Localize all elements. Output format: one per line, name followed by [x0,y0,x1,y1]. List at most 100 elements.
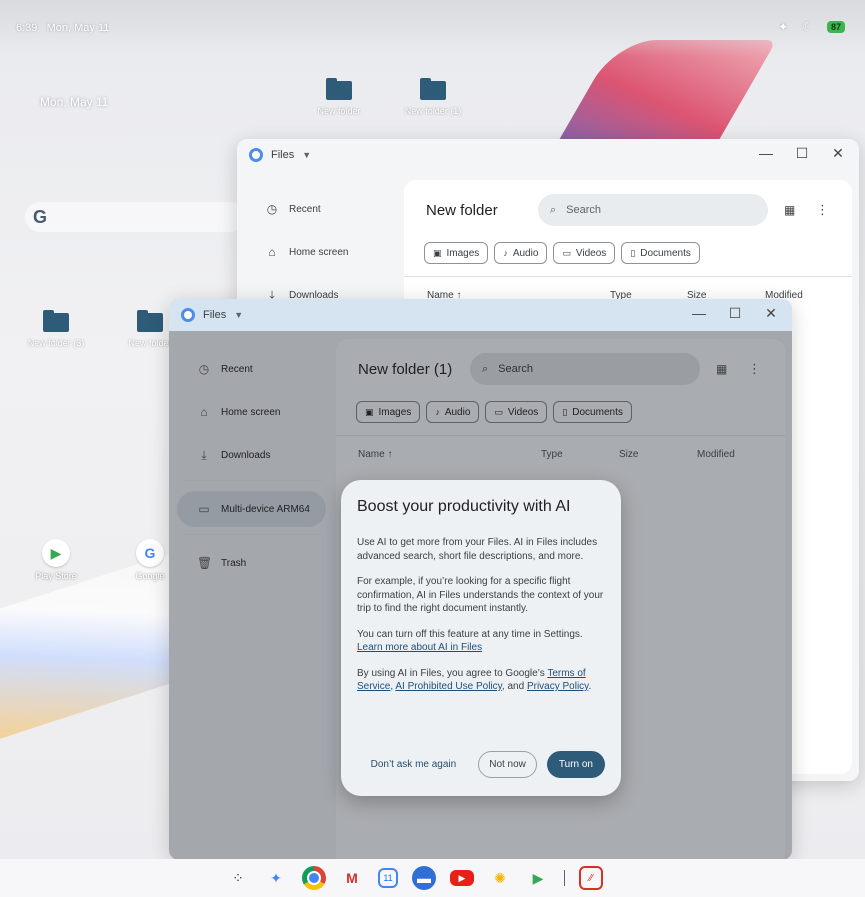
more-options-icon[interactable]: ⋮ [748,361,761,377]
terms-separator: , and [501,681,527,692]
folder-icon [420,78,446,100]
sidebar-item-downloads[interactable]: ⤓ Downloads [177,437,326,473]
window-titlebar[interactable]: Files ▼ — ☐ ✕ [237,139,859,171]
files-app-icon [181,308,195,322]
chip-audio[interactable]: ♪ Audio [426,401,480,423]
app-label: Play Store [35,571,77,581]
chip-documents[interactable]: ▯ Documents [553,401,632,423]
minimize-button[interactable]: — [692,305,706,322]
sidebar-item-recent[interactable]: ◷ Recent [245,191,394,227]
home-icon: ⌂ [200,405,208,419]
desktop-folder-label: New folder [317,106,361,116]
chip-audio[interactable]: ♪ Audio [494,242,548,264]
search-input[interactable]: ⌕ Search [470,353,700,385]
dialog-paragraph: Use AI to get more from your Files. AI i… [357,537,598,562]
search-input[interactable]: ⌕ Search [538,194,768,226]
sidebar-item-label: Multi-device ARM64 [221,503,310,515]
sidebar-item-trash[interactable]: 🗑 Trash [177,545,326,581]
sidebar-item-label: Downloads [221,449,271,461]
app-menu[interactable]: Files ▼ [181,308,243,322]
chip-images[interactable]: ▣ Images [424,242,489,264]
filter-chips: ▣ Images ♪ Audio ▭ Videos ▯ Documents [424,242,700,264]
not-now-button[interactable]: Not now [478,751,537,778]
learn-more-link[interactable]: Learn more about AI in Files [357,642,482,653]
window-controls: — ☐ ✕ [692,305,778,322]
gmail-icon[interactable]: M [340,866,364,890]
status-time-date: 6:39 Mon, May 11 [16,22,109,34]
sidebar-item-recent[interactable]: ◷ Recent [177,351,326,387]
privacy-policy-link[interactable]: Privacy Policy [527,681,589,692]
sidebar-item-label: Recent [289,203,321,215]
sidebar-item-home-screen[interactable]: ⌂ Home screen [245,234,394,270]
folder-title: New folder (1) [358,361,453,378]
status-icons[interactable]: ✦ ☾ 87 [778,20,845,34]
grid-view-icon[interactable]: ▦ [716,362,727,376]
folder-icon [137,310,163,332]
arrow-up-icon: ↑ [387,449,393,460]
dialog-title: Boost your productivity with AI [357,498,571,515]
sidebar-item-label: Trash [221,557,247,569]
grid-view-icon[interactable]: ▦ [784,203,795,217]
image-icon: ▣ [365,406,374,417]
sidebar-item-home-screen[interactable]: ⌂ Home screen [177,394,326,430]
taskbar-apps: ⁘ ✦ M 11 ▬ ▶ ✺ ▶ ⁄⁄ [226,866,603,890]
dialog-actions: Don’t ask me again Not now Turn on [359,751,605,778]
calendar-icon[interactable]: 11 [378,868,398,888]
status-bar: 6:39 Mon, May 11 ✦ ☾ 87 [0,0,865,56]
desktop-folder[interactable]: New folder (1) [393,78,473,116]
play-store-icon[interactable]: ▶ [526,866,550,890]
desktop-app-play-store[interactable]: ▶ Play Store [21,539,91,581]
wallpaper-streak-red [553,40,777,150]
trash-icon: 🗑 [197,556,213,570]
taskbar: ⁘ ✦ M 11 ▬ ▶ ✺ ▶ ⁄⁄ [0,859,865,897]
sidebar-item-label: Home screen [221,406,281,418]
prohibited-use-policy-link[interactable]: AI Prohibited Use Policy [395,681,502,692]
desktop-folder-label: New folder (1) [404,106,462,116]
dialog-paragraph: For example, if you’re looking for a spe… [357,576,604,614]
close-button[interactable]: ✕ [831,145,845,162]
gemini-icon[interactable]: ✦ [264,866,288,890]
app-name: Files [203,309,227,321]
desktop-folder[interactable]: New folder (3) [16,310,96,348]
dialog-settings-note: You can turn off this feature at any tim… [357,628,583,640]
video-icon: ▭ [494,406,503,417]
search-placeholder: Search [566,204,602,216]
window-titlebar[interactable]: Files ▼ — ☐ ✕ [169,299,792,331]
chip-label: Audio [444,406,471,418]
sidebar-divider [181,534,322,535]
chip-videos[interactable]: ▭ Videos [553,242,616,264]
column-size[interactable]: Size [619,449,638,460]
maximize-button[interactable]: ☐ [795,145,809,162]
column-name[interactable]: Name ↑ [358,449,392,460]
close-button[interactable]: ✕ [764,305,778,322]
youtube-icon[interactable]: ▶ [450,870,474,886]
desktop-date-widget: Mon, May 11 [40,95,109,109]
chip-images[interactable]: ▣ Images [356,401,421,423]
status-time: 6:39 [16,22,38,34]
search-icon: ⌕ [482,362,489,375]
chip-label: Images [378,406,412,418]
column-type[interactable]: Type [541,449,563,460]
laptop-icon: ▭ [198,502,210,516]
dont-ask-again-button[interactable]: Don’t ask me again [359,753,469,776]
minimize-button[interactable]: — [759,145,773,162]
photos-icon[interactable]: ✺ [488,866,512,890]
column-modified[interactable]: Modified [697,449,735,460]
document-icon: ▯ [630,247,636,258]
chrome-icon[interactable] [302,866,326,890]
chip-documents[interactable]: ▯ Documents [621,242,700,264]
files-icon[interactable]: ▬ [412,866,436,890]
more-options-icon[interactable]: ⋮ [816,202,829,218]
maximize-button[interactable]: ☐ [728,305,742,322]
app-menu[interactable]: Files ▼ [249,148,311,162]
document-icon: ▯ [562,406,568,417]
google-search-bar[interactable]: G [25,202,245,232]
scrcpy-icon[interactable]: ⁄⁄ [579,866,603,890]
download-icon: ⤓ [201,447,207,462]
turn-on-button[interactable]: Turn on [546,751,605,778]
sidebar-item-multi-device[interactable]: ▭ Multi-device ARM64 [177,491,326,527]
folder-title: New folder [426,202,498,219]
launcher-icon[interactable]: ⁘ [226,866,250,890]
chip-videos[interactable]: ▭ Videos [485,401,548,423]
desktop-folder[interactable]: New folder [299,78,379,116]
